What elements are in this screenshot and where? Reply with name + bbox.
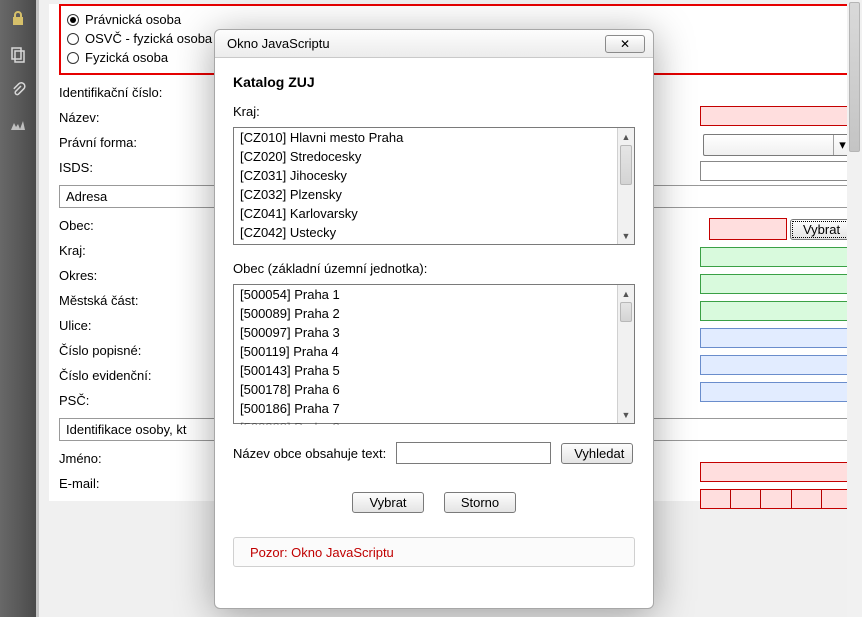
- listbox-kraj[interactable]: [CZ010] Hlavni mesto Praha[CZ020] Stredo…: [233, 127, 635, 245]
- label-kraj-dlg: Kraj:: [233, 104, 635, 119]
- field-ce[interactable]: [700, 382, 852, 402]
- label-mestska: Městská část:: [59, 293, 239, 308]
- alert-text: Pozor: Okno JavaScriptu: [250, 545, 394, 560]
- btn-vybrat-obec[interactable]: Vybrat: [790, 219, 852, 240]
- field-isds[interactable]: [700, 161, 852, 181]
- label-psc: PSČ:: [59, 393, 239, 408]
- label-obec: Obec:: [59, 218, 239, 233]
- radio-dot-icon: [67, 52, 79, 64]
- field-nazev[interactable]: [700, 106, 852, 126]
- close-icon: ✕: [620, 37, 630, 51]
- lock-icon[interactable]: [0, 0, 36, 36]
- dialog-alert: Pozor: Okno JavaScriptu: [233, 537, 635, 567]
- field-okres[interactable]: [700, 274, 852, 294]
- btn-vyhledat[interactable]: Vyhledat: [561, 443, 633, 464]
- kraj-item[interactable]: [CZ032] Plzensky: [234, 185, 617, 204]
- scroll-up-icon[interactable]: ▲: [618, 128, 634, 145]
- field-mestska[interactable]: [700, 301, 852, 321]
- dialog-title-text: Okno JavaScriptu: [227, 36, 330, 51]
- search-label: Název obce obsahuje text:: [233, 446, 386, 461]
- obec-item[interactable]: [500143] Praha 5: [234, 361, 617, 380]
- field-obec-seg3[interactable]: [761, 218, 787, 240]
- obec-item[interactable]: [500097] Praha 3: [234, 323, 617, 342]
- field-ulice[interactable]: [700, 328, 852, 348]
- paperclip-icon[interactable]: [0, 72, 36, 108]
- btn-dlg-vybrat[interactable]: Vybrat: [352, 492, 424, 513]
- radio-label: OSVČ - fyzická osoba: [85, 31, 212, 46]
- obec-item[interactable]: [500186] Praha 7: [234, 399, 617, 418]
- kraj-item[interactable]: [CZ042] Ustecky: [234, 223, 617, 242]
- obec-item[interactable]: [500054] Praha 1: [234, 285, 617, 304]
- field-cp[interactable]: [700, 355, 852, 375]
- label-email: E-mail:: [59, 476, 239, 491]
- radio-dot-icon: [67, 14, 79, 26]
- label-obec-dlg: Obec (základní územní jednotka):: [233, 261, 635, 276]
- label-isds: ISDS:: [59, 160, 239, 175]
- label-ulice: Ulice:: [59, 318, 239, 333]
- field-email[interactable]: [700, 489, 852, 509]
- scrollbar-kraj[interactable]: ▲ ▼: [617, 128, 634, 244]
- radio-dot-icon: [67, 33, 79, 45]
- obec-item[interactable]: [500089] Praha 2: [234, 304, 617, 323]
- dialog-zuj: Okno JavaScriptu ✕ Katalog ZUJ Kraj: [CZ…: [214, 29, 654, 609]
- scroll-up-icon[interactable]: ▲: [618, 285, 634, 302]
- field-kraj[interactable]: [700, 247, 852, 267]
- kraj-item[interactable]: [CZ051] Liberecky: [234, 242, 617, 246]
- main-scrollbar[interactable]: [847, 0, 862, 617]
- label-okres: Okres:: [59, 268, 239, 283]
- kraj-item[interactable]: [CZ041] Karlovarsky: [234, 204, 617, 223]
- scrollbar-obec[interactable]: ▲ ▼: [617, 285, 634, 423]
- field-obec-seg2[interactable]: [735, 218, 760, 240]
- radio-label: Fyzická osoba: [85, 50, 168, 65]
- kraj-item[interactable]: [CZ010] Hlavni mesto Praha: [234, 128, 617, 147]
- btn-dlg-storno[interactable]: Storno: [444, 492, 516, 513]
- label-kraj: Kraj:: [59, 243, 239, 258]
- copy-icon[interactable]: [0, 36, 36, 72]
- select-pravni-forma[interactable]: ▾: [703, 134, 852, 156]
- label-ce: Číslo evidenční:: [59, 368, 239, 383]
- radio-label: Právnická osoba: [85, 12, 181, 27]
- obec-item[interactable]: [500208] Praha 8: [234, 418, 617, 425]
- obec-item[interactable]: [500119] Praha 4: [234, 342, 617, 361]
- field-jmeno[interactable]: [700, 462, 852, 482]
- label-nazev: Název:: [59, 110, 239, 125]
- dialog-heading: Katalog ZUJ: [233, 74, 635, 90]
- dialog-titlebar[interactable]: Okno JavaScriptu ✕: [215, 30, 653, 58]
- label-jmeno: Jméno:: [59, 451, 239, 466]
- label-ident: Identifikační číslo:: [59, 85, 239, 100]
- kraj-item[interactable]: [CZ020] Stredocesky: [234, 147, 617, 166]
- toolbar-sidebar: [0, 0, 36, 617]
- label-cp: Číslo popisné:: [59, 343, 239, 358]
- radio-pravnicka[interactable]: Právnická osoba: [67, 10, 844, 29]
- field-obec-seg1[interactable]: [709, 218, 735, 240]
- label-pravni: Právní forma:: [59, 135, 239, 150]
- sign-icon[interactable]: [0, 108, 36, 144]
- listbox-obec[interactable]: [500054] Praha 1[500089] Praha 2[500097]…: [233, 284, 635, 424]
- obec-item[interactable]: [500178] Praha 6: [234, 380, 617, 399]
- kraj-item[interactable]: [CZ031] Jihocesky: [234, 166, 617, 185]
- dialog-close-button[interactable]: ✕: [605, 35, 645, 53]
- search-input[interactable]: [396, 442, 551, 464]
- scroll-down-icon[interactable]: ▼: [618, 227, 634, 244]
- scroll-down-icon[interactable]: ▼: [618, 406, 634, 423]
